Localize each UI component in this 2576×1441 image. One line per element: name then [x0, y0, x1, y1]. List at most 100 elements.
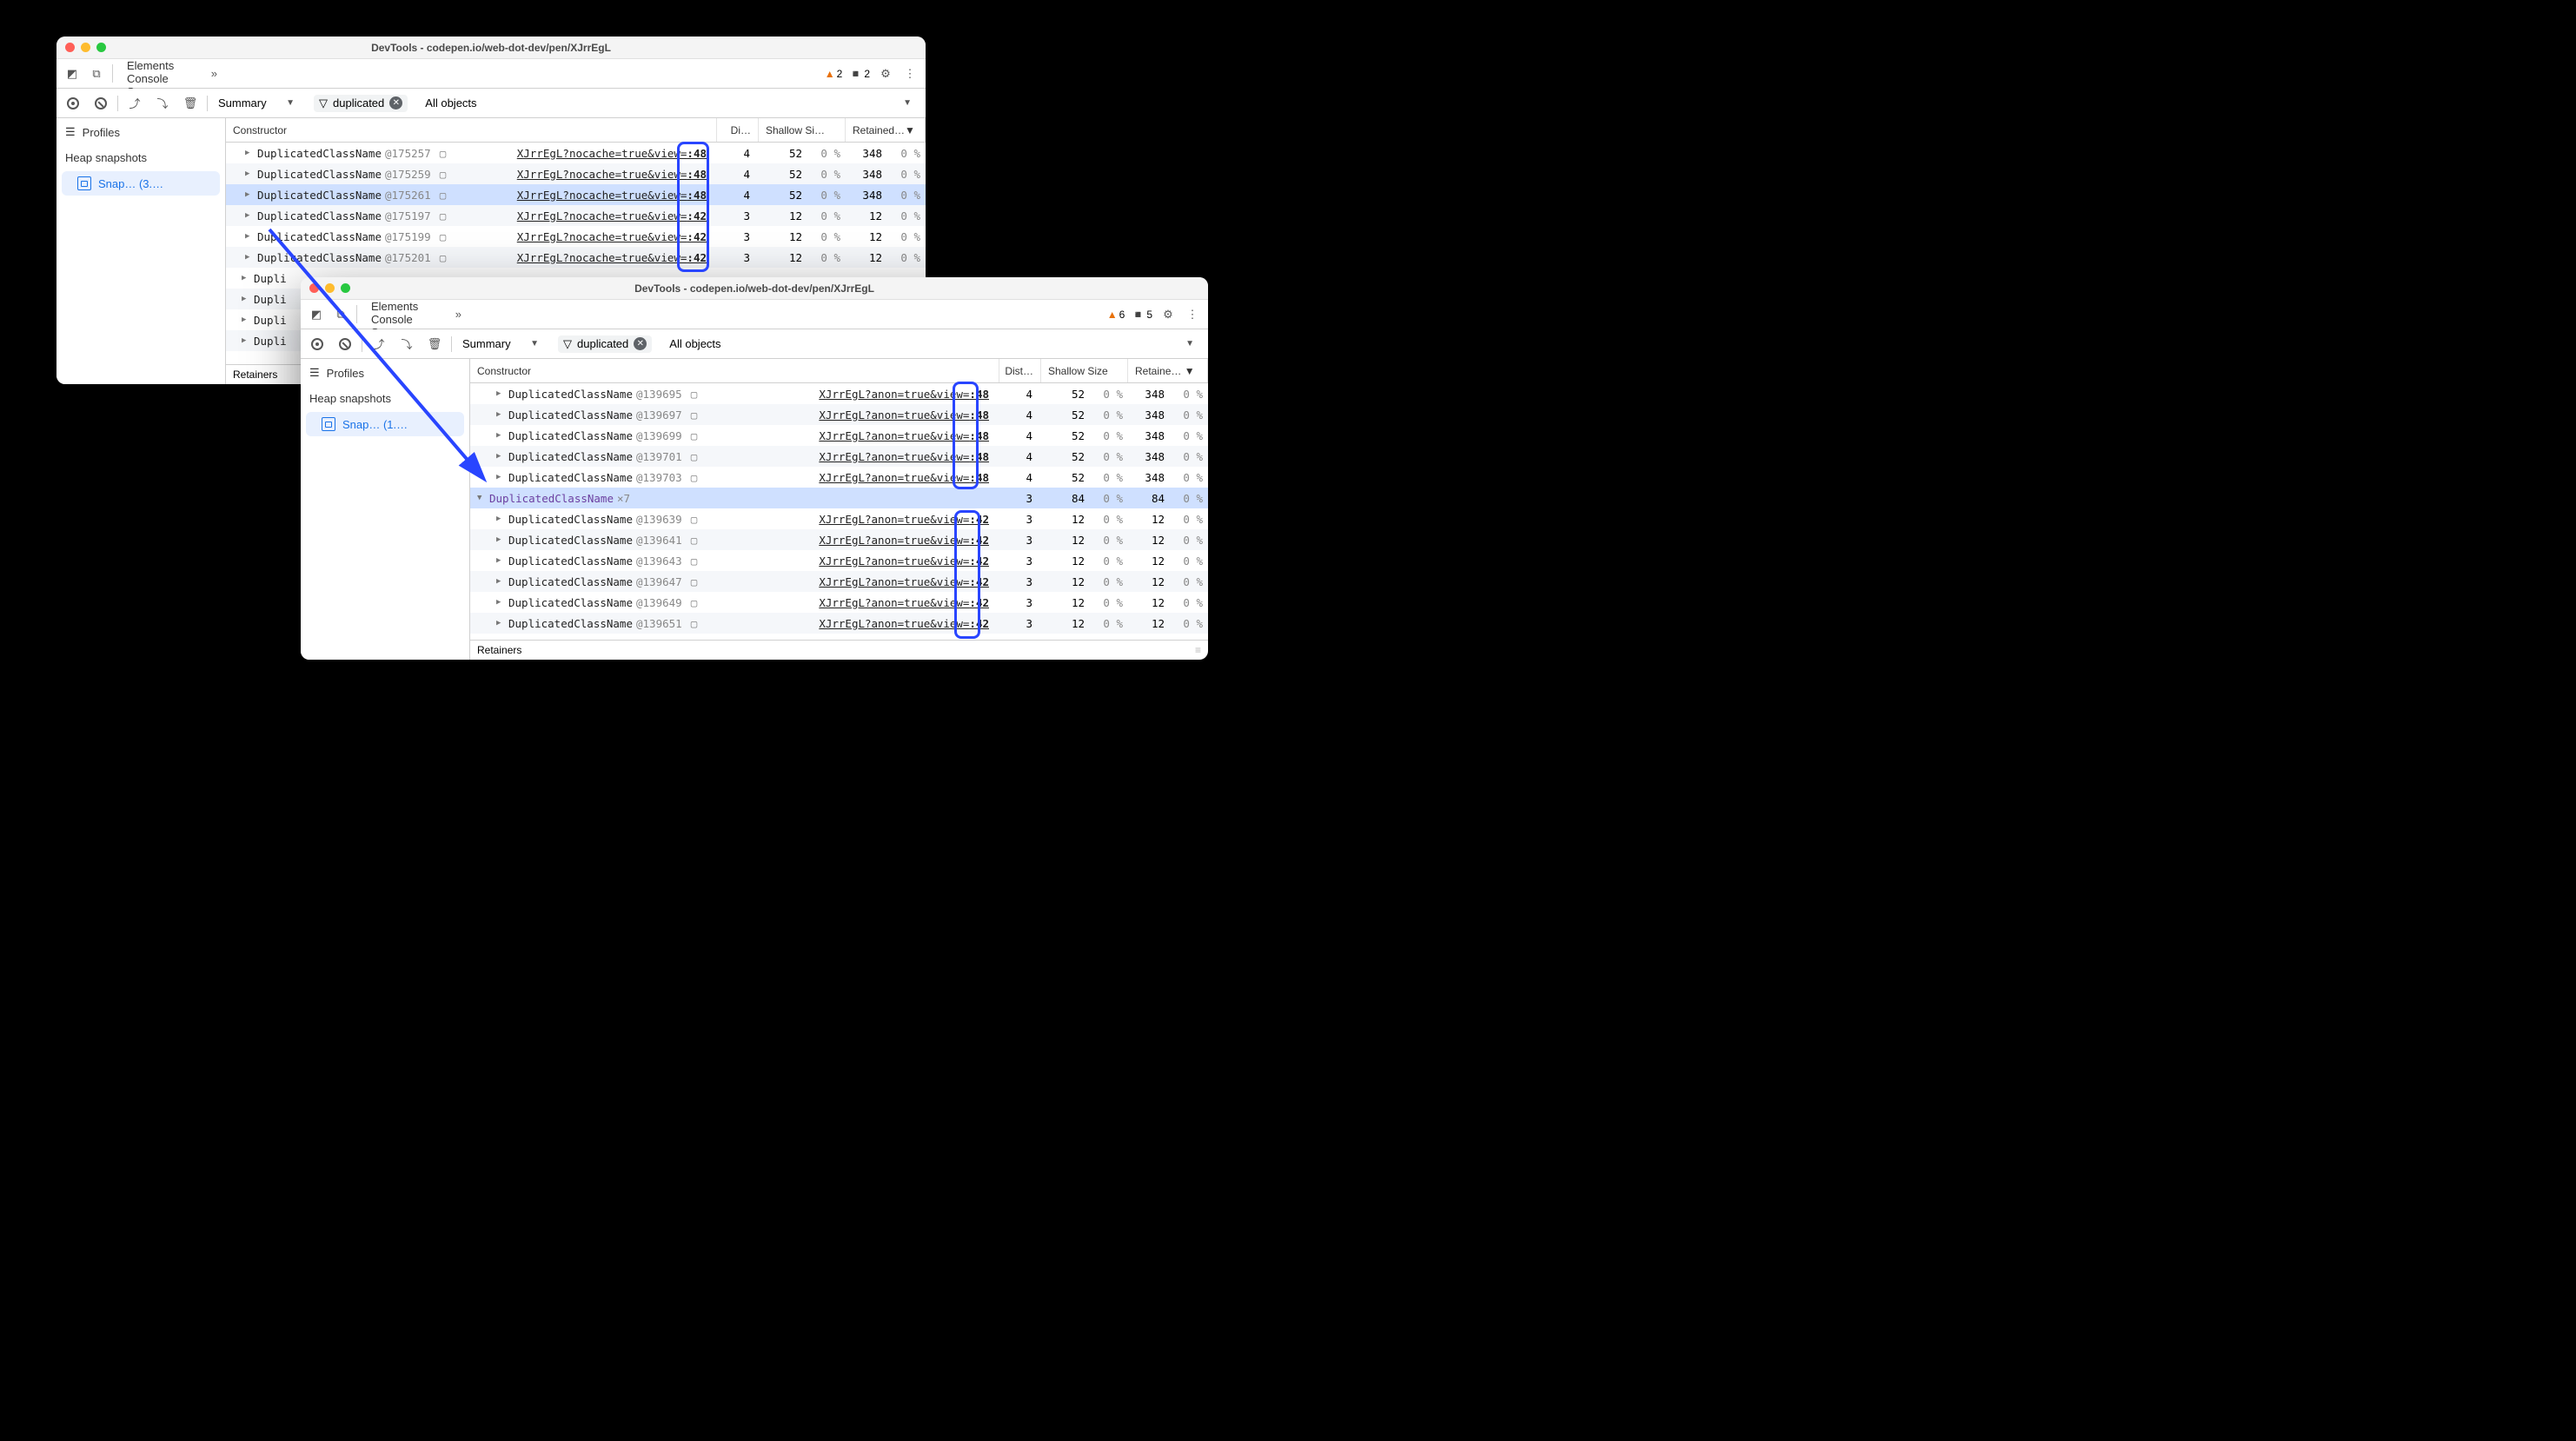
table-row[interactable]: ▶DuplicatedClassName @139651▢XJrrEgL?ano… — [470, 613, 1208, 634]
import-icon[interactable]: ⤵ — [151, 92, 174, 115]
table-row[interactable]: ▶DuplicatedClassName @139647▢XJrrEgL?ano… — [470, 571, 1208, 592]
col-distance[interactable]: Dist… — [999, 359, 1041, 382]
element-icon: ▢ — [440, 147, 447, 160]
more-tabs-icon[interactable]: » — [446, 300, 470, 329]
source-link[interactable]: XJrrEgL?nocache=true&view=:48 — [517, 189, 712, 202]
memory-toolbar: ⤴ ⤵ 🗑 Summary▼ ▽ duplicated ✕ All object… — [301, 329, 1208, 359]
table-row[interactable]: ▶DuplicatedClassName @139703▢XJrrEgL?ano… — [470, 467, 1208, 488]
class-filter[interactable]: ▽ duplicated ✕ — [558, 335, 652, 353]
devtools-tabbar: ◩ ⧉ ElementsConsoleSourcesNetworkPerform… — [56, 59, 926, 89]
device-icon[interactable]: ⧉ — [84, 59, 109, 88]
gc-icon[interactable]: 🗑 — [423, 333, 446, 355]
clear-filter-icon[interactable]: ✕ — [634, 337, 647, 350]
col-retained[interactable]: Retained…▼ — [846, 118, 926, 142]
source-link[interactable]: XJrrEgL?nocache=true&view=:48 — [517, 147, 712, 160]
inspect-icon[interactable]: ◩ — [60, 59, 84, 88]
source-link[interactable]: XJrrEgL?anon=true&view=:48 — [819, 450, 994, 463]
clear-icon[interactable] — [90, 92, 112, 115]
table-row[interactable]: ▶DuplicatedClassName @175257▢XJrrEgL?noc… — [226, 143, 926, 163]
drag-handle-icon[interactable]: ≡ — [1195, 644, 1201, 656]
inspect-icon[interactable]: ◩ — [304, 300, 329, 329]
source-link[interactable]: XJrrEgL?anon=true&view=:42 — [819, 534, 994, 547]
source-link[interactable]: XJrrEgL?anon=true&view=:42 — [819, 617, 994, 630]
snapshot-label: Snap… (3.… — [98, 177, 163, 190]
objects-select[interactable]: All objects▼ — [669, 337, 1203, 350]
source-link[interactable]: XJrrEgL?anon=true&view=:42 — [819, 575, 994, 588]
tab-console[interactable]: Console — [361, 313, 446, 326]
col-distance[interactable]: Di… — [717, 118, 759, 142]
device-icon[interactable]: ⧉ — [329, 300, 353, 329]
table-row[interactable]: ▶DuplicatedClassName @175201▢XJrrEgL?noc… — [226, 247, 926, 268]
source-link[interactable]: XJrrEgL?nocache=true&view=:42 — [517, 209, 712, 222]
table-row[interactable]: ▶DuplicatedClassName @175259▢XJrrEgL?noc… — [226, 163, 926, 184]
col-retained[interactable]: Retaine… ▼ — [1128, 359, 1208, 382]
table-row[interactable]: ▶DuplicatedClassName @139649▢XJrrEgL?ano… — [470, 592, 1208, 613]
table-row[interactable]: ▶DuplicatedClassName @139695▢XJrrEgL?ano… — [470, 383, 1208, 404]
clear-filter-icon[interactable]: ✕ — [389, 96, 402, 110]
view-select[interactable]: Summary▼ — [213, 96, 300, 110]
retainers-pane[interactable]: Retainers≡ — [470, 640, 1208, 660]
col-shallow[interactable]: Shallow Size — [1041, 359, 1128, 382]
gear-icon[interactable]: ⚙ — [873, 59, 898, 88]
view-select[interactable]: Summary▼ — [457, 337, 544, 350]
table-row[interactable]: ▶DuplicatedClassName @139643▢XJrrEgL?ano… — [470, 550, 1208, 571]
table-row[interactable]: ▶DuplicatedClassName @139701▢XJrrEgL?ano… — [470, 446, 1208, 467]
source-link[interactable]: XJrrEgL?nocache=true&view=:42 — [517, 230, 712, 243]
table-row[interactable]: ▶DuplicatedClassName @175199▢XJrrEgL?noc… — [226, 226, 926, 247]
record-icon[interactable] — [62, 92, 84, 115]
sliders-icon: ☰ — [309, 366, 320, 380]
col-shallow[interactable]: Shallow Si… — [759, 118, 846, 142]
source-link[interactable]: XJrrEgL?nocache=true&view=:48 — [517, 168, 712, 181]
class-filter[interactable]: ▽ duplicated ✕ — [314, 95, 408, 112]
table-row[interactable]: ▶DuplicatedClassName @175197▢XJrrEgL?noc… — [226, 205, 926, 226]
source-link[interactable]: XJrrEgL?anon=true&view=:48 — [819, 388, 994, 401]
source-link[interactable]: XJrrEgL?nocache=true&view=:42 — [517, 251, 712, 264]
tab-elements[interactable]: Elements — [116, 59, 202, 72]
source-link[interactable]: XJrrEgL?anon=true&view=:42 — [819, 513, 994, 526]
window-controls — [65, 43, 106, 52]
export-icon[interactable]: ⤴ — [123, 92, 146, 115]
warnings-badge[interactable]: ▲2 — [821, 59, 846, 88]
export-icon[interactable]: ⤴ — [368, 333, 390, 355]
snapshot-item[interactable]: Snap… (1.… — [306, 412, 464, 436]
element-icon: ▢ — [440, 230, 447, 243]
source-link[interactable]: XJrrEgL?anon=true&view=:48 — [819, 408, 994, 422]
col-constructor[interactable]: Constructor — [226, 118, 717, 142]
gear-icon[interactable]: ⚙ — [1156, 300, 1180, 329]
objects-select[interactable]: All objects▼ — [425, 96, 920, 110]
clear-icon[interactable] — [334, 333, 356, 355]
table-row[interactable]: ▶DuplicatedClassName @139639▢XJrrEgL?ano… — [470, 508, 1208, 529]
table-row[interactable]: ▶DuplicatedClassName @139697▢XJrrEgL?ano… — [470, 404, 1208, 425]
maximize-icon[interactable] — [341, 283, 350, 293]
snapshot-label: Snap… (1.… — [342, 418, 408, 431]
snapshot-item[interactable]: Snap… (3.… — [62, 171, 220, 196]
source-link[interactable]: XJrrEgL?anon=true&view=:48 — [819, 429, 994, 442]
minimize-icon[interactable] — [81, 43, 90, 52]
tab-console[interactable]: Console — [116, 72, 202, 85]
record-icon[interactable] — [306, 333, 329, 355]
table-row[interactable]: ▼DuplicatedClassName ×73840 %840 % — [470, 488, 1208, 508]
source-link[interactable]: XJrrEgL?anon=true&view=:42 — [819, 554, 994, 568]
close-icon[interactable] — [65, 43, 75, 52]
more-tabs-icon[interactable]: » — [202, 59, 226, 88]
filter-icon: ▽ — [563, 337, 572, 351]
tab-elements[interactable]: Elements — [361, 300, 446, 313]
gc-icon[interactable]: 🗑 — [179, 92, 202, 115]
errors-badge[interactable]: ◾5 — [1128, 300, 1156, 329]
source-link[interactable]: XJrrEgL?anon=true&view=:42 — [819, 596, 994, 609]
warnings-badge[interactable]: ▲6 — [1104, 300, 1129, 329]
source-link[interactable]: XJrrEgL?anon=true&view=:48 — [819, 471, 994, 484]
table-row[interactable]: ▶DuplicatedClassName @175261▢XJrrEgL?noc… — [226, 184, 926, 205]
kebab-icon[interactable]: ⋮ — [1180, 300, 1205, 329]
devtools-tabbar: ◩ ⧉ ElementsConsoleSourcesNetworkPerform… — [301, 300, 1208, 329]
kebab-icon[interactable]: ⋮ — [898, 59, 922, 88]
table-row[interactable]: ▶DuplicatedClassName @139699▢XJrrEgL?ano… — [470, 425, 1208, 446]
close-icon[interactable] — [309, 283, 319, 293]
maximize-icon[interactable] — [96, 43, 106, 52]
sidebar: ☰Profiles Heap snapshots Snap… (3.… — [56, 118, 226, 384]
minimize-icon[interactable] — [325, 283, 335, 293]
errors-badge[interactable]: ◾2 — [846, 59, 873, 88]
import-icon[interactable]: ⤵ — [395, 333, 418, 355]
table-row[interactable]: ▶DuplicatedClassName @139641▢XJrrEgL?ano… — [470, 529, 1208, 550]
col-constructor[interactable]: Constructor — [470, 359, 999, 382]
